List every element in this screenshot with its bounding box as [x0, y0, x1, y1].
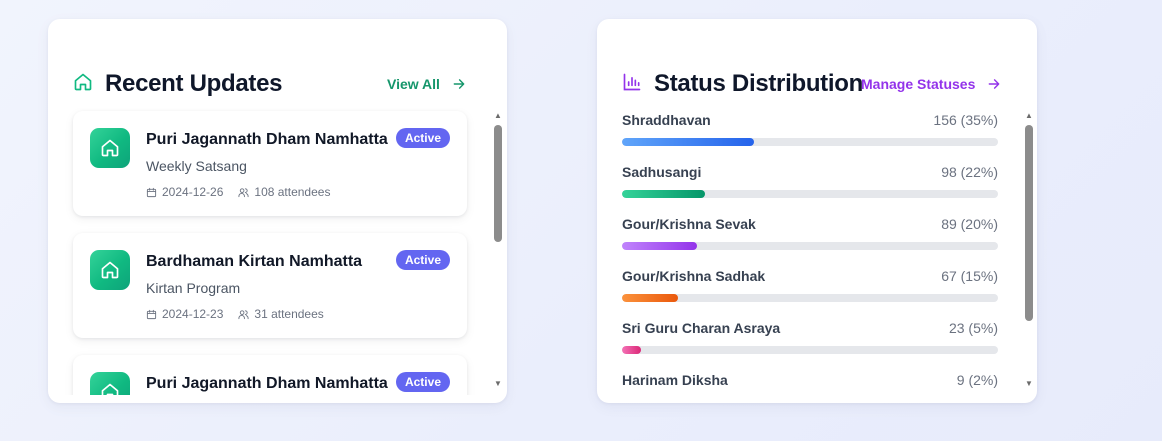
status-row: Gour/Krishna Sevak 89 (20%)	[622, 215, 998, 255]
scroll-down-arrow-icon[interactable]: ▼	[493, 380, 503, 388]
status-scrollbar[interactable]: ▲ ▼	[1024, 112, 1034, 388]
update-title: Puri Jagannath Dham Namhatta	[146, 375, 388, 392]
recent-updates-card: Recent Updates View All Puri Jagannath D…	[48, 19, 507, 403]
update-title: Puri Jagannath Dham Namhatta	[146, 131, 388, 148]
status-progress-track	[622, 190, 998, 198]
status-progress-fill	[622, 294, 678, 302]
status-name: Sadhusangi	[622, 164, 702, 180]
home-icon	[101, 261, 119, 279]
status-name: Gour/Krishna Sevak	[622, 216, 756, 232]
update-meta: 2024-12-23 31 attendees	[146, 306, 339, 322]
recent-updates-header: Recent Updates View All	[48, 19, 507, 107]
attendees-group: 108 attendees	[238, 184, 330, 200]
date-group: 2024-12-23	[146, 306, 223, 322]
attendees-group: 31 attendees	[238, 306, 324, 322]
scroll-down-arrow-icon[interactable]: ▼	[1024, 380, 1034, 388]
date-group: 2024-12-26	[146, 184, 223, 200]
status-progress-track	[622, 294, 998, 302]
status-list[interactable]: Shraddhavan 156 (35%) Sadhusangi 98 (22%) Go…	[597, 108, 1037, 395]
status-badge: Active	[395, 372, 450, 392]
scroll-up-arrow-icon[interactable]: ▲	[1024, 112, 1034, 120]
update-item[interactable]: Puri Jagannath Dham Namhatta Active Weekly…	[73, 111, 467, 216]
updates-scrollbar[interactable]: ▲ ▼	[493, 112, 503, 388]
update-thumbnail	[90, 250, 130, 290]
home-icon	[101, 139, 119, 157]
arrow-right-icon	[453, 79, 465, 89]
update-attendees: 108 attendees	[254, 185, 331, 199]
arrow-right-icon	[989, 79, 1000, 89]
status-name: Harinam Diksha	[622, 372, 728, 388]
status-value: 98 (22%)	[941, 164, 998, 180]
status-value: 9 (2%)	[956, 372, 998, 388]
home-icon	[74, 73, 92, 91]
update-subtitle: Weekly Satsang	[146, 158, 247, 174]
status-progress-fill	[622, 138, 754, 146]
status-progress-track	[622, 346, 998, 354]
status-progress-fill	[622, 346, 641, 354]
update-item[interactable]: Bardhaman Kirtan Namhatta Active Kirtan Pr…	[73, 233, 467, 338]
manage-statuses-link[interactable]: Manage Statuses	[861, 74, 1001, 94]
update-date: 2024-12-23	[162, 307, 224, 321]
status-distribution-title: Status Distribution	[654, 70, 863, 97]
status-distribution-header: Status Distribution Manage Statuses	[597, 19, 1037, 107]
status-row: Shraddhavan 156 (35%)	[622, 111, 998, 151]
scroll-up-arrow-icon[interactable]: ▲	[493, 112, 503, 120]
status-progress-track	[622, 242, 998, 250]
status-row: Sadhusangi 98 (22%)	[622, 163, 998, 203]
status-name: Shraddhavan	[622, 112, 711, 128]
update-item[interactable]: Puri Jagannath Dham Namhatta Active	[73, 355, 467, 395]
users-icon	[238, 309, 249, 319]
update-date: 2024-12-26	[162, 185, 224, 199]
status-row: Sri Guru Charan Asraya 23 (5%)	[622, 319, 998, 359]
status-row: Gour/Krishna Sadhak 67 (15%)	[622, 267, 998, 307]
update-thumbnail	[90, 372, 130, 395]
update-attendees: 31 attendees	[254, 307, 324, 321]
status-row: Harinam Diksha 9 (2%)	[622, 371, 998, 395]
status-value: 89 (20%)	[941, 216, 998, 232]
recent-updates-title: Recent Updates	[105, 70, 283, 97]
status-progress-fill	[622, 190, 705, 198]
bar-chart-icon	[623, 73, 641, 91]
update-subtitle: Kirtan Program	[146, 280, 241, 296]
status-name: Sri Guru Charan Asraya	[622, 320, 781, 336]
status-badge: Active	[395, 250, 450, 270]
view-all-label: View All	[387, 76, 440, 92]
status-badge: Active	[395, 128, 450, 148]
status-name: Gour/Krishna Sadhak	[622, 268, 766, 284]
updates-list[interactable]: Puri Jagannath Dham Namhatta Active Weekly…	[48, 108, 507, 395]
update-thumbnail	[90, 128, 130, 168]
home-icon	[101, 383, 119, 395]
update-title: Bardhaman Kirtan Namhatta	[146, 253, 363, 270]
status-value: 67 (15%)	[941, 268, 998, 284]
status-progress-track	[622, 138, 998, 146]
status-progress-fill	[622, 242, 697, 250]
calendar-icon	[146, 309, 157, 319]
scroll-thumb[interactable]	[494, 125, 502, 242]
view-all-link[interactable]: View All	[387, 74, 466, 94]
status-value: 156 (35%)	[933, 112, 998, 128]
update-meta: 2024-12-26 108 attendees	[146, 184, 345, 200]
users-icon	[238, 187, 249, 197]
manage-statuses-label: Manage Statuses	[861, 76, 976, 92]
scroll-thumb[interactable]	[1025, 125, 1033, 321]
calendar-icon	[146, 187, 157, 197]
status-value: 23 (5%)	[948, 320, 998, 336]
status-distribution-card: Status Distribution Manage Statuses Shra…	[597, 19, 1037, 403]
